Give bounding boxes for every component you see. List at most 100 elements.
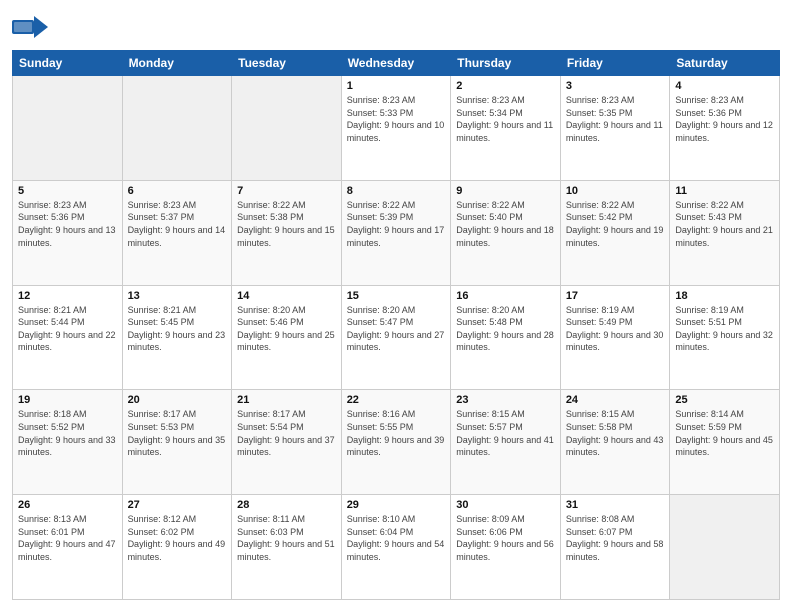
calendar-cell: 8Sunrise: 8:22 AM Sunset: 5:39 PM Daylig…	[341, 180, 451, 285]
day-number: 18	[675, 290, 774, 302]
day-number: 14	[237, 290, 336, 302]
day-number: 2	[456, 80, 555, 92]
calendar-cell: 18 Sunrise: 8:19 AM Sunset: 5:51 PM Dayli…	[670, 285, 780, 390]
day-info: Sunrise: 8:23 AM Sunset: 5:33 PM Dayligh…	[347, 94, 446, 144]
calendar-cell: 17 Sunrise: 8:19 AM Sunset: 5:49 PM Dayli…	[560, 285, 670, 390]
day-number: 15	[347, 290, 446, 302]
day-info: Sunrise: 8:15 AM Sunset: 5:57 PM Dayligh…	[456, 408, 555, 458]
calendar-cell: 11 Sunrise: 8:22 AM Sunset: 5:43 PM Dayli…	[670, 180, 780, 285]
day-info: Sunrise: 8:22 AM Sunset: 5:42 PM Dayligh…	[566, 199, 665, 249]
calendar-cell: 28 Sunrise: 8:11 AM Sunset: 6:03 PM Dayli…	[232, 495, 342, 600]
calendar-cell: 31 Sunrise: 8:08 AM Sunset: 6:07 PM Dayli…	[560, 495, 670, 600]
day-number: 12	[18, 290, 117, 302]
col-header-sunday: Sunday	[13, 51, 123, 76]
calendar-cell: 13 Sunrise: 8:21 AM Sunset: 5:45 PM Dayli…	[122, 285, 232, 390]
calendar-cell: 26 Sunrise: 8:13 AM Sunset: 6:01 PM Dayli…	[13, 495, 123, 600]
day-info: Sunrise: 8:20 AM Sunset: 5:48 PM Dayligh…	[456, 304, 555, 354]
calendar-cell: 29Sunrise: 8:10 AM Sunset: 6:04 PM Dayli…	[341, 495, 451, 600]
day-number: 5	[18, 185, 117, 197]
day-info: Sunrise: 8:17 AM Sunset: 5:54 PM Dayligh…	[237, 408, 336, 458]
calendar-cell: 7 Sunrise: 8:22 AM Sunset: 5:38 PM Daylig…	[232, 180, 342, 285]
col-header-wednesday: Wednesday	[341, 51, 451, 76]
day-info: Sunrise: 8:16 AM Sunset: 5:55 PM Dayligh…	[347, 408, 446, 458]
day-info: Sunrise: 8:21 AM Sunset: 5:45 PM Dayligh…	[128, 304, 227, 354]
day-number: 4	[675, 80, 774, 92]
day-number: 21	[237, 394, 336, 406]
col-header-friday: Friday	[560, 51, 670, 76]
day-info: Sunrise: 8:23 AM Sunset: 5:37 PM Dayligh…	[128, 199, 227, 249]
day-info: Sunrise: 8:12 AM Sunset: 6:02 PM Dayligh…	[128, 513, 227, 563]
col-header-saturday: Saturday	[670, 51, 780, 76]
day-number: 23	[456, 394, 555, 406]
calendar-cell: 22 Sunrise: 8:16 AM Sunset: 5:55 PM Dayli…	[341, 390, 451, 495]
day-number: 22	[347, 394, 446, 406]
calendar-cell: 27 Sunrise: 8:12 AM Sunset: 6:02 PM Dayli…	[122, 495, 232, 600]
calendar-cell: 9 Sunrise: 8:22 AM Sunset: 5:40 PM Daylig…	[451, 180, 561, 285]
logo-icon	[12, 12, 48, 42]
calendar-cell: 21 Sunrise: 8:17 AM Sunset: 5:54 PM Dayli…	[232, 390, 342, 495]
calendar-cell: 5 Sunrise: 8:23 AM Sunset: 5:36 PM Daylig…	[13, 180, 123, 285]
page: SundayMondayTuesdayWednesdayThursdayFrid…	[0, 0, 792, 612]
day-info: Sunrise: 8:23 AM Sunset: 5:36 PM Dayligh…	[675, 94, 774, 144]
calendar-cell: 30Sunrise: 8:09 AM Sunset: 6:06 PM Dayli…	[451, 495, 561, 600]
day-info: Sunrise: 8:23 AM Sunset: 5:35 PM Dayligh…	[566, 94, 665, 144]
calendar-cell	[232, 76, 342, 181]
day-info: Sunrise: 8:14 AM Sunset: 5:59 PM Dayligh…	[675, 408, 774, 458]
day-number: 30	[456, 499, 555, 511]
day-number: 25	[675, 394, 774, 406]
day-number: 13	[128, 290, 227, 302]
day-number: 31	[566, 499, 665, 511]
day-number: 6	[128, 185, 227, 197]
day-number: 7	[237, 185, 336, 197]
day-info: Sunrise: 8:23 AM Sunset: 5:36 PM Dayligh…	[18, 199, 117, 249]
day-info: Sunrise: 8:19 AM Sunset: 5:49 PM Dayligh…	[566, 304, 665, 354]
day-number: 17	[566, 290, 665, 302]
day-info: Sunrise: 8:18 AM Sunset: 5:52 PM Dayligh…	[18, 408, 117, 458]
day-info: Sunrise: 8:22 AM Sunset: 5:38 PM Dayligh…	[237, 199, 336, 249]
day-info: Sunrise: 8:20 AM Sunset: 5:47 PM Dayligh…	[347, 304, 446, 354]
day-number: 24	[566, 394, 665, 406]
day-number: 28	[237, 499, 336, 511]
calendar-cell: 19 Sunrise: 8:18 AM Sunset: 5:52 PM Dayli…	[13, 390, 123, 495]
day-info: Sunrise: 8:08 AM Sunset: 6:07 PM Dayligh…	[566, 513, 665, 563]
calendar-cell: 16 Sunrise: 8:20 AM Sunset: 5:48 PM Dayli…	[451, 285, 561, 390]
day-number: 3	[566, 80, 665, 92]
calendar-week-4: 19 Sunrise: 8:18 AM Sunset: 5:52 PM Dayli…	[13, 390, 780, 495]
logo	[12, 12, 52, 42]
day-info: Sunrise: 8:22 AM Sunset: 5:40 PM Dayligh…	[456, 199, 555, 249]
day-number: 16	[456, 290, 555, 302]
calendar-cell: 12 Sunrise: 8:21 AM Sunset: 5:44 PM Dayli…	[13, 285, 123, 390]
day-info: Sunrise: 8:20 AM Sunset: 5:46 PM Dayligh…	[237, 304, 336, 354]
day-info: Sunrise: 8:15 AM Sunset: 5:58 PM Dayligh…	[566, 408, 665, 458]
calendar-cell: 15 Sunrise: 8:20 AM Sunset: 5:47 PM Dayli…	[341, 285, 451, 390]
calendar-table: SundayMondayTuesdayWednesdayThursdayFrid…	[12, 50, 780, 600]
day-number: 19	[18, 394, 117, 406]
day-number: 27	[128, 499, 227, 511]
day-number: 20	[128, 394, 227, 406]
calendar-cell: 6 Sunrise: 8:23 AM Sunset: 5:37 PM Daylig…	[122, 180, 232, 285]
calendar-cell: 23 Sunrise: 8:15 AM Sunset: 5:57 PM Dayli…	[451, 390, 561, 495]
header	[12, 12, 780, 42]
calendar-cell	[670, 495, 780, 600]
calendar-cell	[122, 76, 232, 181]
calendar-cell: 25 Sunrise: 8:14 AM Sunset: 5:59 PM Dayli…	[670, 390, 780, 495]
calendar-week-2: 5 Sunrise: 8:23 AM Sunset: 5:36 PM Daylig…	[13, 180, 780, 285]
day-number: 26	[18, 499, 117, 511]
day-info: Sunrise: 8:22 AM Sunset: 5:43 PM Dayligh…	[675, 199, 774, 249]
col-header-thursday: Thursday	[451, 51, 561, 76]
calendar-cell: 4 Sunrise: 8:23 AM Sunset: 5:36 PM Daylig…	[670, 76, 780, 181]
day-number: 9	[456, 185, 555, 197]
day-info: Sunrise: 8:13 AM Sunset: 6:01 PM Dayligh…	[18, 513, 117, 563]
day-info: Sunrise: 8:21 AM Sunset: 5:44 PM Dayligh…	[18, 304, 117, 354]
day-number: 10	[566, 185, 665, 197]
day-info: Sunrise: 8:19 AM Sunset: 5:51 PM Dayligh…	[675, 304, 774, 354]
day-number: 1	[347, 80, 446, 92]
calendar-cell: 1 Sunrise: 8:23 AM Sunset: 5:33 PM Daylig…	[341, 76, 451, 181]
day-number: 11	[675, 185, 774, 197]
calendar-cell: 2Sunrise: 8:23 AM Sunset: 5:34 PM Daylig…	[451, 76, 561, 181]
calendar-cell: 10 Sunrise: 8:22 AM Sunset: 5:42 PM Dayli…	[560, 180, 670, 285]
day-info: Sunrise: 8:11 AM Sunset: 6:03 PM Dayligh…	[237, 513, 336, 563]
col-header-tuesday: Tuesday	[232, 51, 342, 76]
day-info: Sunrise: 8:22 AM Sunset: 5:39 PM Dayligh…	[347, 199, 446, 249]
day-info: Sunrise: 8:10 AM Sunset: 6:04 PM Dayligh…	[347, 513, 446, 563]
